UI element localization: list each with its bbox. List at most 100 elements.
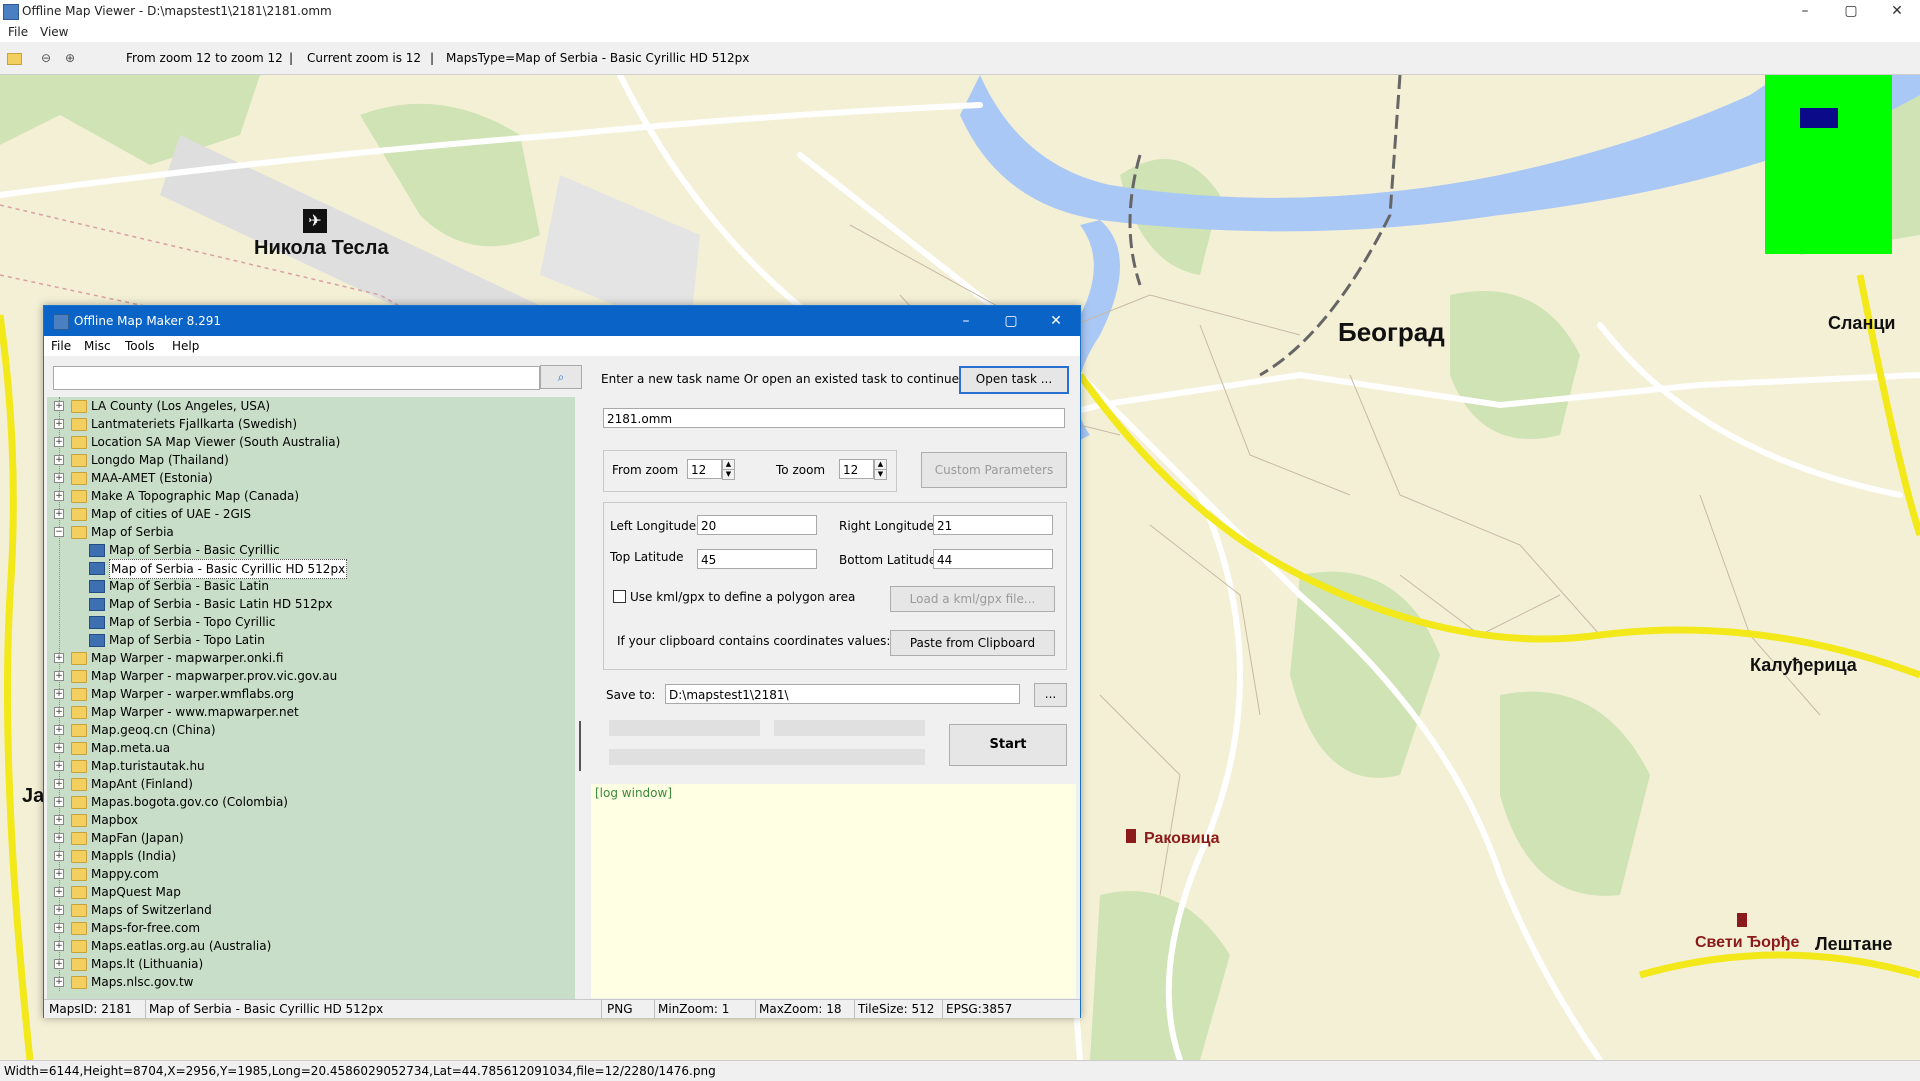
from-zoom-field[interactable]: 12 [687, 459, 722, 479]
expand-icon[interactable]: + [54, 671, 64, 681]
maximize-icon[interactable]: ▢ [989, 306, 1033, 336]
expand-icon[interactable]: + [54, 887, 64, 897]
tree-folder-item[interactable]: + Longdo Map (Thailand) [47, 451, 575, 469]
expand-icon[interactable]: + [54, 761, 64, 771]
expand-icon[interactable]: + [54, 401, 64, 411]
menu-file[interactable]: File [51, 339, 71, 353]
expand-icon[interactable]: + [54, 833, 64, 843]
top-latitude-field[interactable]: 45 [697, 549, 817, 569]
from-zoom-down-icon[interactable]: ▼ [722, 469, 735, 480]
tree-folder-item[interactable]: − Map of Serbia [47, 523, 575, 541]
tree-folder-item[interactable]: + MAA-AMET (Estonia) [47, 469, 575, 487]
close-icon[interactable]: ✕ [1034, 306, 1078, 336]
tree-folder-item[interactable]: + Lantmateriets Fjallkarta (Swedish) [47, 415, 575, 433]
maps-tree[interactable]: + LA County (Los Angeles, USA) + Lantmateri… [47, 397, 575, 1000]
tree-map-item[interactable]: Map of Serbia - Basic Cyrillic HD 512px [47, 559, 575, 579]
expand-icon[interactable]: + [54, 851, 64, 861]
open-task-button[interactable]: Open task ... [959, 366, 1069, 394]
maximize-icon[interactable]: ▢ [1828, 0, 1874, 22]
airport-icon: ✈ [303, 209, 327, 233]
search-input[interactable] [53, 366, 540, 390]
expand-icon[interactable]: + [54, 653, 64, 663]
expand-icon[interactable]: + [54, 707, 64, 717]
tree-folder-item[interactable]: + Map Warper - mapwarper.prov.vic.gov.au [47, 667, 575, 685]
tree-folder-item[interactable]: + Maps of Switzerland [47, 901, 575, 919]
log-window[interactable]: [log window] [591, 784, 1076, 998]
expand-icon[interactable]: + [54, 779, 64, 789]
to-zoom-down-icon[interactable]: ▼ [874, 469, 887, 480]
tree-folder-item[interactable]: + MapAnt (Finland) [47, 775, 575, 793]
expand-icon[interactable]: + [54, 923, 64, 933]
expand-icon[interactable]: + [54, 815, 64, 825]
close-icon[interactable]: ✕ [1874, 0, 1920, 22]
tree-map-item[interactable]: Map of Serbia - Basic Cyrillic [47, 541, 575, 559]
tree-map-item[interactable]: Map of Serbia - Basic Latin [47, 577, 575, 595]
search-icon[interactable]: ⌕ [540, 365, 582, 389]
tree-folder-item[interactable]: + Mappls (India) [47, 847, 575, 865]
tree-folder-item[interactable]: + Mapbox [47, 811, 575, 829]
expand-icon[interactable]: + [54, 941, 64, 951]
tree-scrollbar[interactable] [577, 397, 583, 1000]
right-longitude-field[interactable]: 21 [933, 515, 1053, 535]
expand-icon[interactable]: + [54, 905, 64, 915]
tree-folder-item[interactable]: + Map Warper - warper.wmflabs.org [47, 685, 575, 703]
tree-folder-item[interactable]: + Mappy.com [47, 865, 575, 883]
save-to-field[interactable]: D:\mapstest1\2181\ [665, 684, 1020, 704]
to-zoom-field[interactable]: 12 [839, 459, 874, 479]
tree-folder-item[interactable]: + Maps-for-free.com [47, 919, 575, 937]
open-folder-icon[interactable] [7, 53, 22, 65]
custom-parameters-button[interactable]: Custom Parameters [921, 452, 1067, 488]
tree-folder-item[interactable]: + Map of cities of UAE - 2GIS [47, 505, 575, 523]
tree-folder-item[interactable]: + Mapas.bogota.gov.co (Colombia) [47, 793, 575, 811]
menu-misc[interactable]: Misc [84, 339, 111, 353]
expand-icon[interactable]: + [54, 491, 64, 501]
tree-item-label: Map of Serbia - Basic Cyrillic HD 512px [109, 559, 348, 579]
zoom-in-icon[interactable]: ⊕ [62, 50, 78, 66]
menu-help[interactable]: Help [172, 339, 199, 353]
expand-icon[interactable]: + [54, 473, 64, 483]
expand-icon[interactable]: + [54, 437, 64, 447]
expand-icon[interactable]: + [54, 977, 64, 987]
expand-icon[interactable]: + [54, 455, 64, 465]
tree-folder-item[interactable]: + MapQuest Map [47, 883, 575, 901]
tree-folder-item[interactable]: + Map.geoq.cn (China) [47, 721, 575, 739]
expand-icon[interactable]: + [54, 743, 64, 753]
task-name-field[interactable]: 2181.omm [603, 408, 1065, 428]
left-longitude-field[interactable]: 20 [697, 515, 817, 535]
tree-map-item[interactable]: Map of Serbia - Topo Cyrillic [47, 613, 575, 631]
expand-icon[interactable]: + [54, 797, 64, 807]
tree-folder-item[interactable]: + Map Warper - mapwarper.onki.fi [47, 649, 575, 667]
tree-folder-item[interactable]: + Maps.lt (Lithuania) [47, 955, 575, 973]
minimize-icon[interactable]: – [1782, 0, 1828, 22]
load-kml-button[interactable]: Load a kml/gpx file... [890, 586, 1055, 612]
collapse-icon[interactable]: − [54, 527, 64, 537]
tree-folder-item[interactable]: + Location SA Map Viewer (South Australia… [47, 433, 575, 451]
menu-view[interactable]: View [40, 25, 68, 39]
expand-icon[interactable]: + [54, 959, 64, 969]
tree-folder-item[interactable]: + Make A Topographic Map (Canada) [47, 487, 575, 505]
kml-checkbox[interactable] [613, 590, 626, 603]
expand-icon[interactable]: + [54, 419, 64, 429]
start-button[interactable]: Start [949, 724, 1067, 766]
bottom-latitude-field[interactable]: 44 [933, 549, 1053, 569]
expand-icon[interactable]: + [54, 509, 64, 519]
tree-folder-item[interactable]: + MapFan (Japan) [47, 829, 575, 847]
expand-icon[interactable]: + [54, 725, 64, 735]
zoom-out-icon[interactable]: ⊖ [38, 50, 54, 66]
tree-folder-item[interactable]: + Map.meta.ua [47, 739, 575, 757]
browse-button[interactable]: ... [1034, 683, 1067, 707]
tree-map-item[interactable]: Map of Serbia - Topo Latin [47, 631, 575, 649]
tree-folder-item[interactable]: + Maps.eatlas.org.au (Australia) [47, 937, 575, 955]
paste-clipboard-button[interactable]: Paste from Clipboard [890, 630, 1055, 656]
tree-folder-item[interactable]: + Maps.nlsc.gov.tw [47, 973, 575, 991]
minimize-icon[interactable]: – [944, 306, 988, 336]
tree-folder-item[interactable]: + Map.turistautak.hu [47, 757, 575, 775]
scrollbar-thumb[interactable] [579, 721, 581, 771]
expand-icon[interactable]: + [54, 689, 64, 699]
menu-tools[interactable]: Tools [125, 339, 155, 353]
menu-file[interactable]: File [8, 25, 28, 39]
tree-map-item[interactable]: Map of Serbia - Basic Latin HD 512px [47, 595, 575, 613]
tree-folder-item[interactable]: + Map Warper - www.mapwarper.net [47, 703, 575, 721]
expand-icon[interactable]: + [54, 869, 64, 879]
tree-folder-item[interactable]: + LA County (Los Angeles, USA) [47, 397, 575, 415]
